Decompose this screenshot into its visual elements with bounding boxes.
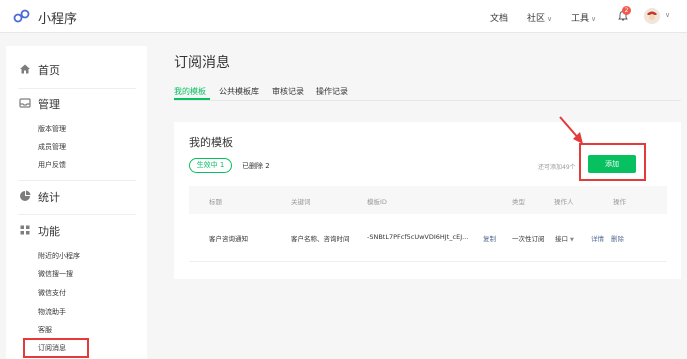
column-header: 模板ID <box>367 198 387 206</box>
sidebar-subitem-pay[interactable]: 微信支付 <box>38 288 66 298</box>
chevron-down-icon[interactable]: ∨ <box>665 11 670 19</box>
card-title: 我的模板 <box>189 136 233 149</box>
divider <box>18 88 136 89</box>
sidebar-subitem-logistics[interactable]: 物流助手 <box>38 307 66 317</box>
mini-program-logo-icon[interactable] <box>12 8 32 24</box>
tab-operation-records[interactable]: 操作记录 <box>316 86 348 97</box>
cell-type: 一次性订阅 <box>512 235 545 243</box>
sidebar-item-label: 功能 <box>38 225 60 238</box>
table-header: 标题 关键词 模板ID 类型 操作人 操作 <box>189 186 667 214</box>
nav-tools-label: 工具 <box>571 14 590 24</box>
tab-review-records[interactable]: 审核记录 <box>272 86 304 97</box>
chevron-down-icon: ▼ <box>570 237 574 243</box>
chevron-down-icon: ∨ <box>591 15 597 23</box>
avatar[interactable] <box>644 8 660 24</box>
avatar-image-icon <box>644 8 660 24</box>
top-bar: 小程序 文档 社区 ∨ 工具 ∨ 2 ∨ <box>0 0 687 33</box>
column-header: 标题 <box>209 198 222 206</box>
chevron-down-icon: ∨ <box>547 15 553 23</box>
sidebar-item-label: 管理 <box>38 98 60 111</box>
pie-chart-icon <box>20 190 31 201</box>
sidebar-subitem-service[interactable]: 客服 <box>38 325 52 335</box>
cell-template-id: -SNBtL7PFcf5cUwVDI6HJt_cEJ... <box>367 233 469 241</box>
inbox-icon <box>19 98 31 108</box>
nav-tools[interactable]: 工具 ∨ <box>571 11 596 24</box>
highlight-box-sidebar <box>23 338 89 358</box>
sidebar-subitem-search[interactable]: 微信搜一搜 <box>38 269 73 279</box>
column-header: 操作人 <box>554 198 574 206</box>
tab-public-library[interactable]: 公共模板库 <box>219 86 259 97</box>
filter-deleted[interactable]: 已删除 2 <box>242 161 270 171</box>
sidebar-subitem-members[interactable]: 成员管理 <box>38 142 66 152</box>
highlight-box-add <box>579 143 646 181</box>
page-title: 订阅消息 <box>174 55 230 71</box>
sidebar-subitem-feedback[interactable]: 用户反馈 <box>38 160 66 170</box>
cell-operator-label: 接口 <box>555 235 568 243</box>
nav-docs[interactable]: 文档 <box>490 11 508 24</box>
delete-link[interactable]: 删除 <box>611 233 624 243</box>
grid-icon <box>20 225 30 235</box>
cell-keywords: 客户名称、咨询时间 <box>291 235 350 243</box>
column-header: 类型 <box>512 198 525 206</box>
detail-link[interactable]: 详情 <box>591 233 604 243</box>
sidebar-item-stats[interactable]: 统计 <box>6 185 147 207</box>
divider <box>18 214 136 215</box>
sidebar-subitem-versions[interactable]: 版本管理 <box>38 124 66 134</box>
tab-my-templates[interactable]: 我的模板 <box>174 86 206 97</box>
column-header: 关键词 <box>291 198 311 206</box>
column-header: 操作 <box>613 198 626 206</box>
copy-link[interactable]: 复制 <box>483 233 496 243</box>
cell-operator[interactable]: 接口 ▼ <box>555 233 574 243</box>
sidebar-subitem-nearby[interactable]: 附近的小程序 <box>38 251 80 261</box>
filter-active-pill[interactable]: 生效中 1 <box>189 158 232 173</box>
sidebar-item-label: 统计 <box>38 191 60 204</box>
cell-title: 客户咨询通知 <box>209 235 248 243</box>
sidebar-item-manage[interactable]: 管理 <box>6 92 147 114</box>
sidebar-item-features[interactable]: 功能 <box>6 219 147 241</box>
divider <box>18 180 136 181</box>
notification-badge: 2 <box>622 6 631 15</box>
nav-community-label: 社区 <box>527 14 546 24</box>
nav-community[interactable]: 社区 ∨ <box>527 11 552 24</box>
sidebar-item-home[interactable]: 首页 <box>6 58 147 80</box>
tab-divider <box>174 100 681 101</box>
sidebar: 首页 管理 版本管理 成员管理 用户反馈 统计 功能 附近的小程序 微信搜一搜 … <box>6 46 147 359</box>
remaining-count: 还可添加49个 <box>538 164 576 171</box>
sidebar-item-label: 首页 <box>38 64 60 77</box>
home-icon <box>20 64 30 74</box>
row-divider <box>189 261 667 262</box>
brand-name[interactable]: 小程序 <box>38 8 77 27</box>
